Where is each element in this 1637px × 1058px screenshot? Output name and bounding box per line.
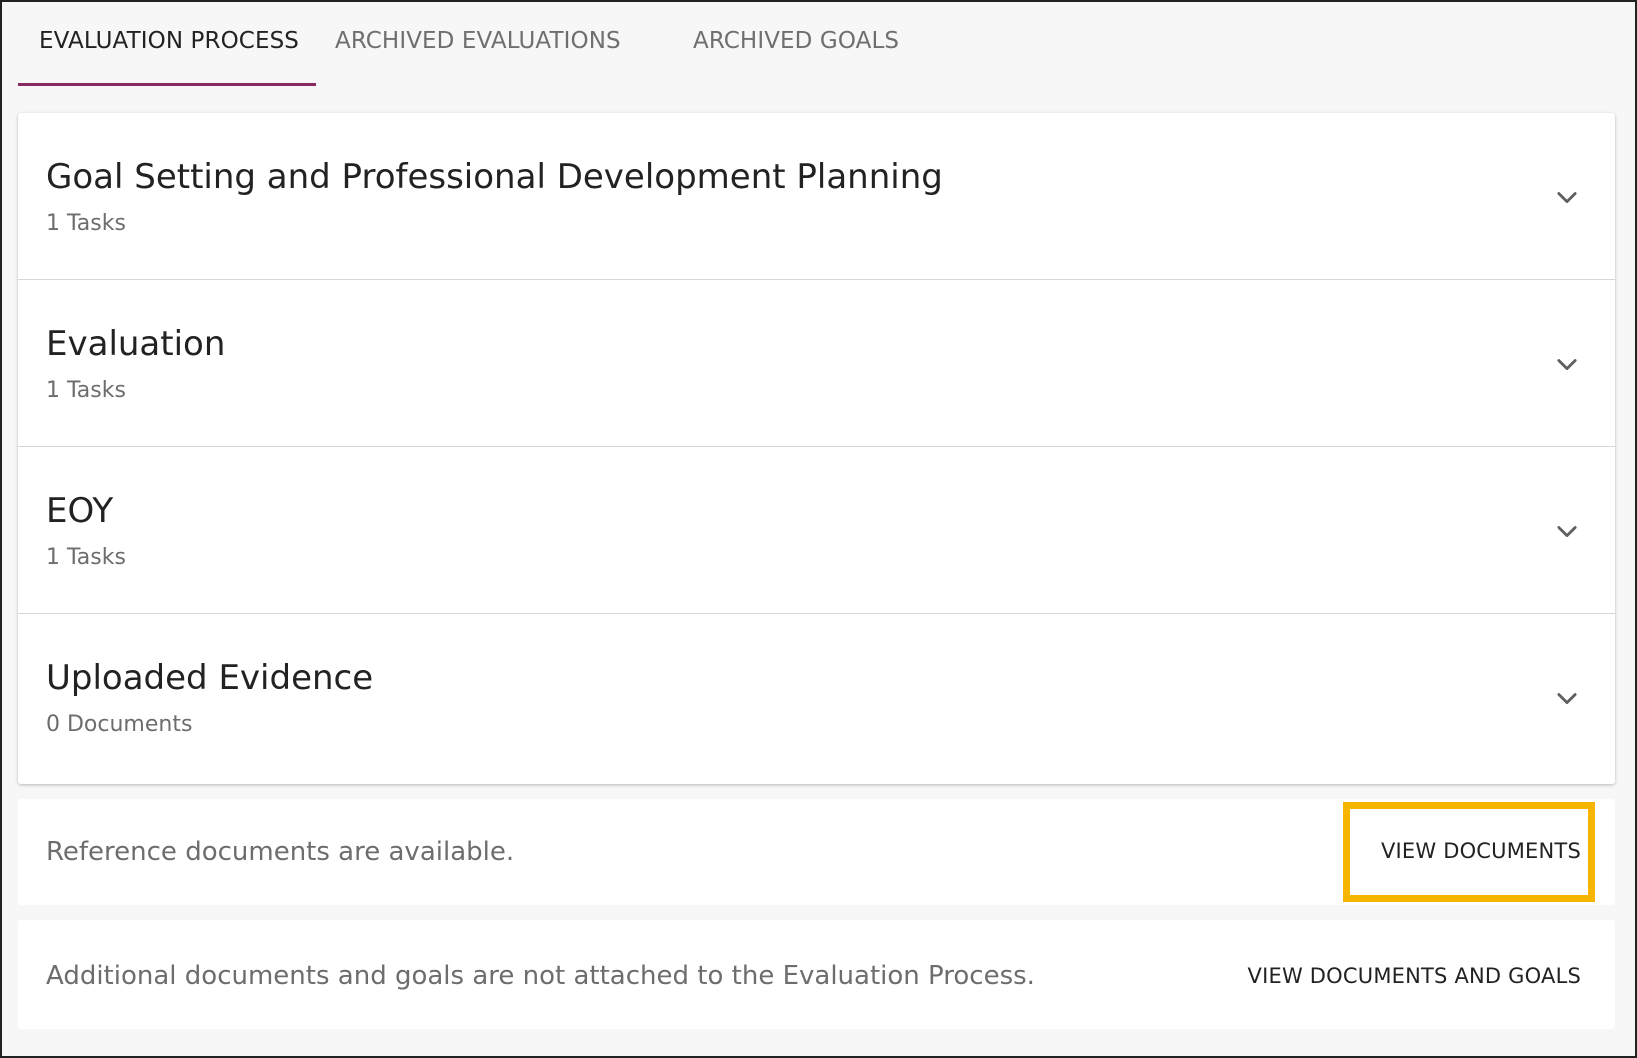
- reference-documents-message: Reference documents are available.: [46, 837, 515, 867]
- section-title: Evaluation: [46, 324, 226, 364]
- section-uploaded-evidence[interactable]: Uploaded Evidence 0 Documents: [18, 614, 1615, 784]
- section-goal-setting[interactable]: Goal Setting and Professional Developmen…: [18, 113, 1615, 280]
- app-frame: EVALUATION PROCESS ARCHIVED EVALUATIONS …: [0, 0, 1637, 1058]
- section-title: EOY: [46, 491, 114, 531]
- chevron-down-icon[interactable]: [1553, 684, 1581, 712]
- chevron-down-icon[interactable]: [1553, 350, 1581, 378]
- highlight-box: [1343, 802, 1595, 902]
- section-task-count: 1 Tasks: [46, 211, 126, 236]
- section-evaluation[interactable]: Evaluation 1 Tasks: [18, 280, 1615, 447]
- section-title: Uploaded Evidence: [46, 658, 374, 698]
- chevron-down-icon[interactable]: [1553, 183, 1581, 211]
- section-document-count: 0 Documents: [46, 712, 193, 737]
- evaluation-process-panel: Goal Setting and Professional Developmen…: [18, 113, 1615, 784]
- additional-documents-message: Additional documents and goals are not a…: [46, 961, 1035, 991]
- section-title: Goal Setting and Professional Developmen…: [46, 157, 943, 197]
- chevron-down-icon[interactable]: [1553, 517, 1581, 545]
- tab-bar: EVALUATION PROCESS ARCHIVED EVALUATIONS …: [18, 2, 936, 86]
- additional-documents-card: Additional documents and goals are not a…: [18, 920, 1615, 1029]
- section-task-count: 1 Tasks: [46, 545, 126, 570]
- tab-archived-evaluations[interactable]: ARCHIVED EVALUATIONS: [316, 2, 676, 86]
- tab-archived-goals[interactable]: ARCHIVED GOALS: [676, 2, 936, 86]
- view-documents-and-goals-button[interactable]: VIEW DOCUMENTS AND GOALS: [1248, 964, 1581, 988]
- tab-evaluation-process[interactable]: EVALUATION PROCESS: [18, 2, 316, 86]
- section-task-count: 1 Tasks: [46, 378, 126, 403]
- section-eoy[interactable]: EOY 1 Tasks: [18, 447, 1615, 614]
